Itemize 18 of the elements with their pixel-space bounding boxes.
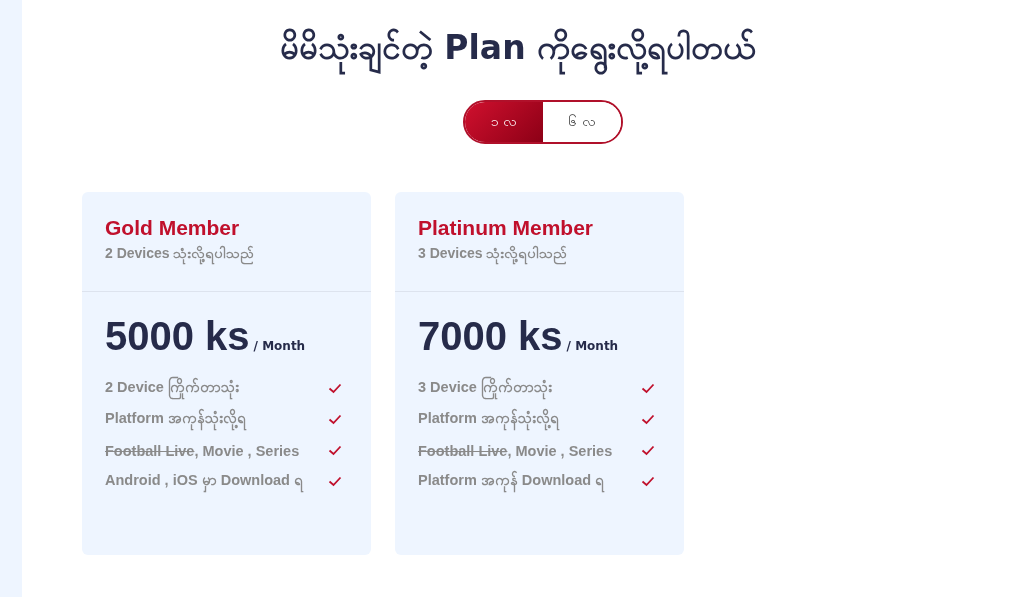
feature-text: Football Live, Movie , Series [418, 442, 613, 459]
device-count: 3 Devices သုံးလို့ရပါသည် [418, 244, 661, 265]
period-tab[interactable]: ၁ လ [465, 102, 543, 142]
plan-price: 5000 ks [105, 314, 250, 359]
device-count: 2 Devices သုံးလို့ရပါသည် [105, 244, 348, 265]
feature-text: Android , iOS မှာ Download ရ [105, 471, 303, 492]
feature-text: Platform အကုန်သုံးလို့ရ [418, 409, 559, 430]
plan-name: Gold Member [105, 216, 241, 240]
feature-text: 3 Device ကြိုက်တာသုံး [418, 378, 552, 399]
plan-name: Platinum Member [418, 216, 595, 240]
feature-text: 2 Device ကြိုက်တာသုံး [105, 378, 239, 399]
price-period: / Month [566, 339, 619, 353]
page-title: မိမိသုံးချင်တဲ့ Plan ကိုရွေးလို့ရပါတယ် [279, 18, 767, 78]
feature-text: Platform အကုန်သုံးလို့ရ [105, 409, 246, 430]
feature-text: Football Live, Movie , Series [105, 442, 300, 459]
feature-text: Platform အကုန် Download ရ [418, 471, 605, 492]
price-period: / Month [253, 339, 306, 353]
plan-price: 7000 ks [418, 314, 563, 359]
